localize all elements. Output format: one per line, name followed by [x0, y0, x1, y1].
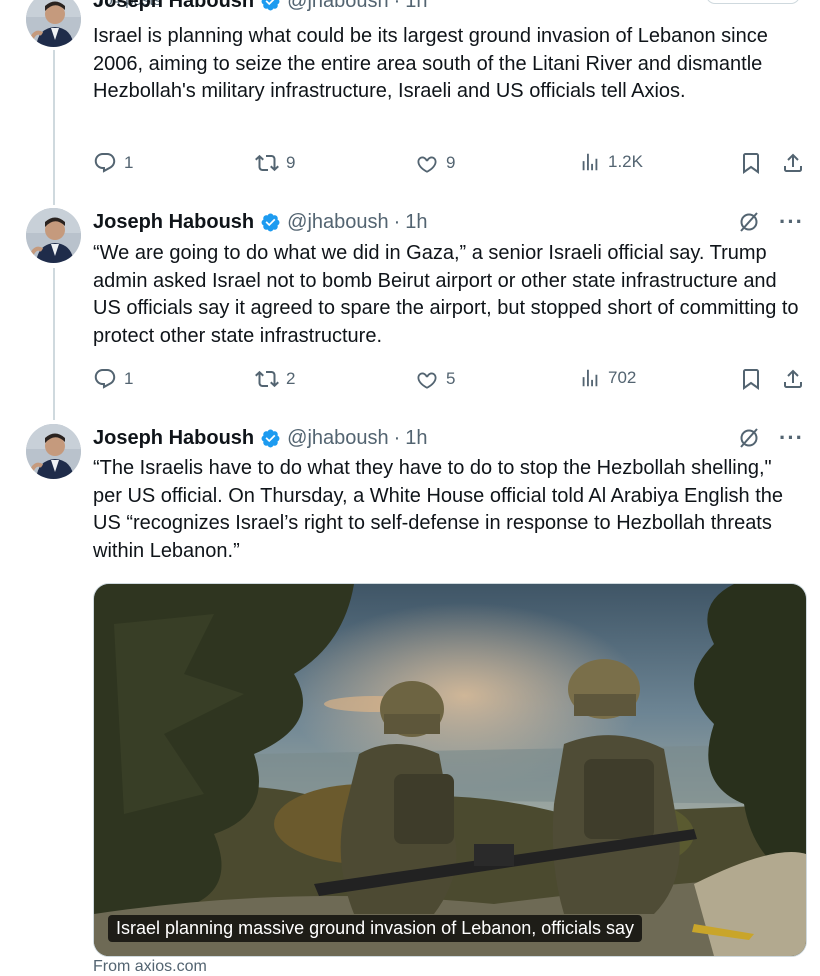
article-photo — [94, 584, 806, 956]
bookmark-button[interactable] — [739, 151, 763, 175]
reply-button[interactable]: 1 — [93, 367, 133, 391]
views-button[interactable]: 1.2K — [579, 151, 643, 173]
reply-icon — [93, 151, 117, 175]
thread-line-1 — [53, 50, 55, 205]
tweet-header-actions: ··· — [737, 208, 804, 236]
like-icon — [415, 367, 439, 391]
more-icon[interactable]: ··· — [779, 427, 804, 449]
author-handle[interactable]: @jhaboush — [287, 427, 388, 450]
share-icon — [781, 151, 805, 175]
card-title: Israel planning massive ground invasion … — [108, 915, 642, 942]
views-count: 1.2K — [608, 152, 643, 171]
like-count: 5 — [446, 369, 456, 388]
share-button[interactable] — [781, 367, 805, 391]
tweet-actions: 1 2 5 702 — [93, 367, 805, 393]
verified-badge-icon — [260, 212, 281, 233]
tweet-header: Joseph Haboush @jhaboush · 1h — [93, 424, 428, 452]
grok-icon[interactable] — [737, 210, 761, 234]
share-button[interactable] — [781, 151, 805, 175]
top-button-fragment[interactable] — [706, 0, 800, 4]
avatar[interactable] — [26, 208, 81, 263]
reply-count: 1 — [124, 153, 134, 172]
tweet-text: Israel is planning what could be its lar… — [93, 25, 768, 102]
reply-icon — [93, 367, 117, 391]
verified-badge-icon — [260, 0, 281, 12]
views-count: 702 — [608, 368, 637, 387]
avatar[interactable] — [26, 0, 81, 47]
post-time[interactable]: 1h — [405, 0, 427, 13]
like-button[interactable]: 9 — [415, 151, 455, 175]
reply-button[interactable]: 1 — [93, 151, 133, 175]
views-button[interactable]: 702 — [579, 367, 636, 389]
tweet-header-actions: ··· — [737, 424, 804, 452]
author-handle[interactable]: @jhaboush — [287, 0, 388, 13]
link-card[interactable]: Israel planning massive ground invasion … — [93, 583, 807, 957]
repost-button[interactable]: 9 — [255, 151, 295, 175]
avatar[interactable] — [26, 424, 81, 479]
bookmark-icon — [739, 367, 763, 391]
views-icon — [579, 151, 601, 173]
author-handle[interactable]: @jhaboush — [287, 211, 388, 234]
separator-dot: · — [393, 0, 401, 12]
card-source[interactable]: From axios.com — [93, 958, 207, 976]
like-count: 9 — [446, 153, 456, 172]
author-name[interactable]: Joseph Haboush — [93, 427, 254, 450]
grok-icon[interactable] — [737, 426, 761, 450]
separator-dot: · — [393, 210, 401, 233]
repost-count: 2 — [286, 369, 296, 388]
like-button[interactable]: 5 — [415, 367, 455, 391]
bookmark-icon — [739, 151, 763, 175]
share-icon — [781, 367, 805, 391]
repost-count: 9 — [286, 153, 296, 172]
author-name[interactable]: Joseph Haboush — [93, 211, 254, 234]
tweet-text: “We are going to do what we did in Gaza,… — [93, 242, 799, 347]
reply-count: 1 — [124, 369, 134, 388]
like-icon — [415, 151, 439, 175]
author-name[interactable]: Joseph Haboush — [93, 0, 254, 13]
views-icon — [579, 367, 601, 389]
bookmark-button[interactable] — [739, 367, 763, 391]
tweet-text: “The Israelis have to do what they have … — [93, 457, 783, 562]
repost-icon — [255, 367, 279, 391]
repost-icon — [255, 151, 279, 175]
thread-line-2 — [53, 268, 55, 420]
post-time[interactable]: 1h — [405, 427, 427, 450]
post-time[interactable]: 1h — [405, 211, 427, 234]
tweet-header: Joseph Haboush @jhaboush · 1h — [93, 0, 428, 15]
tweet-header: Joseph Haboush @jhaboush · 1h — [93, 208, 428, 236]
tweet-actions: 1 9 9 1.2K — [93, 151, 805, 177]
verified-badge-icon — [260, 428, 281, 449]
separator-dot: · — [393, 426, 401, 449]
more-icon[interactable]: ··· — [779, 211, 804, 233]
repost-button[interactable]: 2 — [255, 367, 295, 391]
